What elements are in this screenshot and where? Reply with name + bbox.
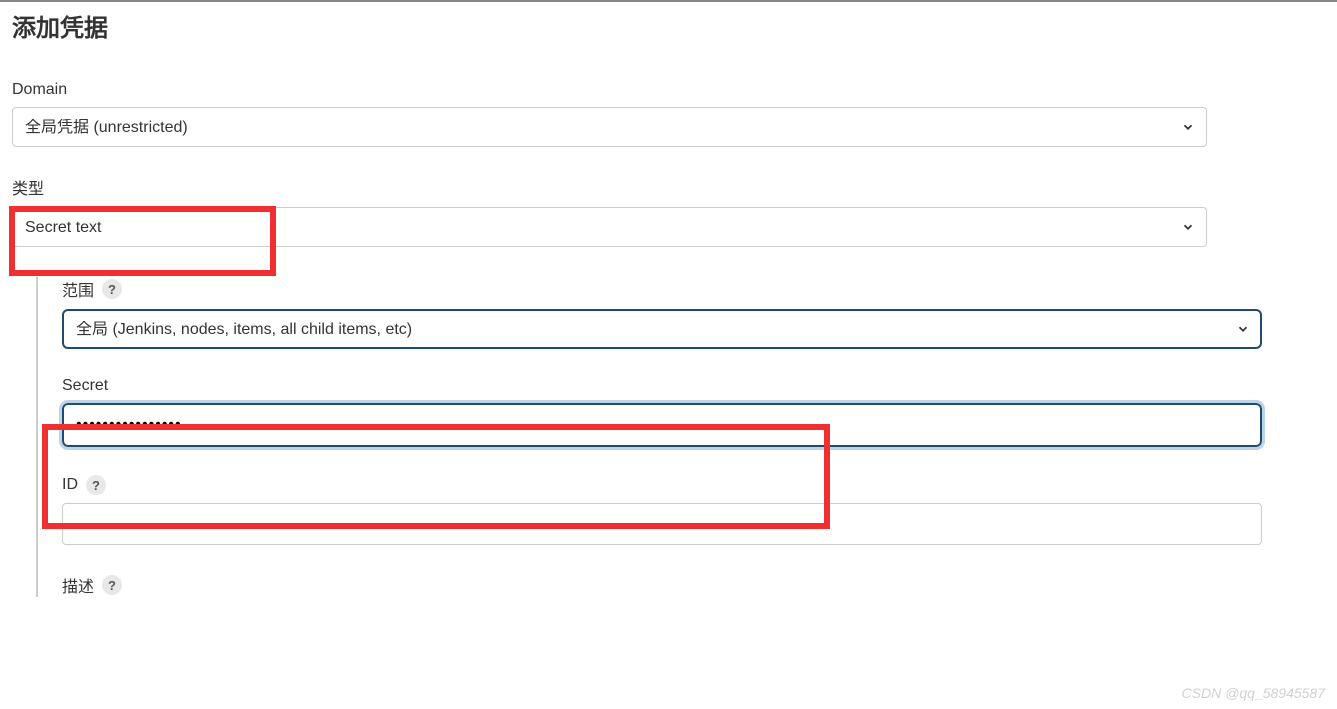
id-label-row: ID ? xyxy=(62,475,1266,495)
type-label: 类型 xyxy=(12,175,1325,199)
id-label: ID xyxy=(62,476,78,494)
description-label-row: 描述 ? xyxy=(62,573,1266,597)
secret-label: Secret xyxy=(62,377,1266,395)
credentials-form: Domain 全局凭据 (unrestricted) 类型 Secret tex… xyxy=(0,81,1337,597)
scope-label: 范围 xyxy=(62,277,94,301)
help-icon[interactable]: ? xyxy=(102,279,122,299)
help-icon[interactable]: ? xyxy=(102,575,122,595)
domain-select[interactable]: 全局凭据 (unrestricted) xyxy=(12,107,1207,147)
secret-input[interactable] xyxy=(62,403,1262,447)
scope-select[interactable]: 全局 (Jenkins, nodes, items, all child ite… xyxy=(62,309,1262,349)
id-input[interactable] xyxy=(62,503,1262,545)
help-icon[interactable]: ? xyxy=(86,475,106,495)
description-label: 描述 xyxy=(62,573,94,597)
scope-label-row: 范围 ? xyxy=(62,277,1266,301)
page-title: 添加凭据 xyxy=(0,0,1337,53)
watermark: CSDN @qq_58945587 xyxy=(1182,685,1325,701)
type-details-block: 范围 ? 全局 (Jenkins, nodes, items, all chil… xyxy=(36,277,1266,597)
type-select[interactable]: Secret text xyxy=(12,207,1207,247)
domain-label: Domain xyxy=(12,81,1325,99)
